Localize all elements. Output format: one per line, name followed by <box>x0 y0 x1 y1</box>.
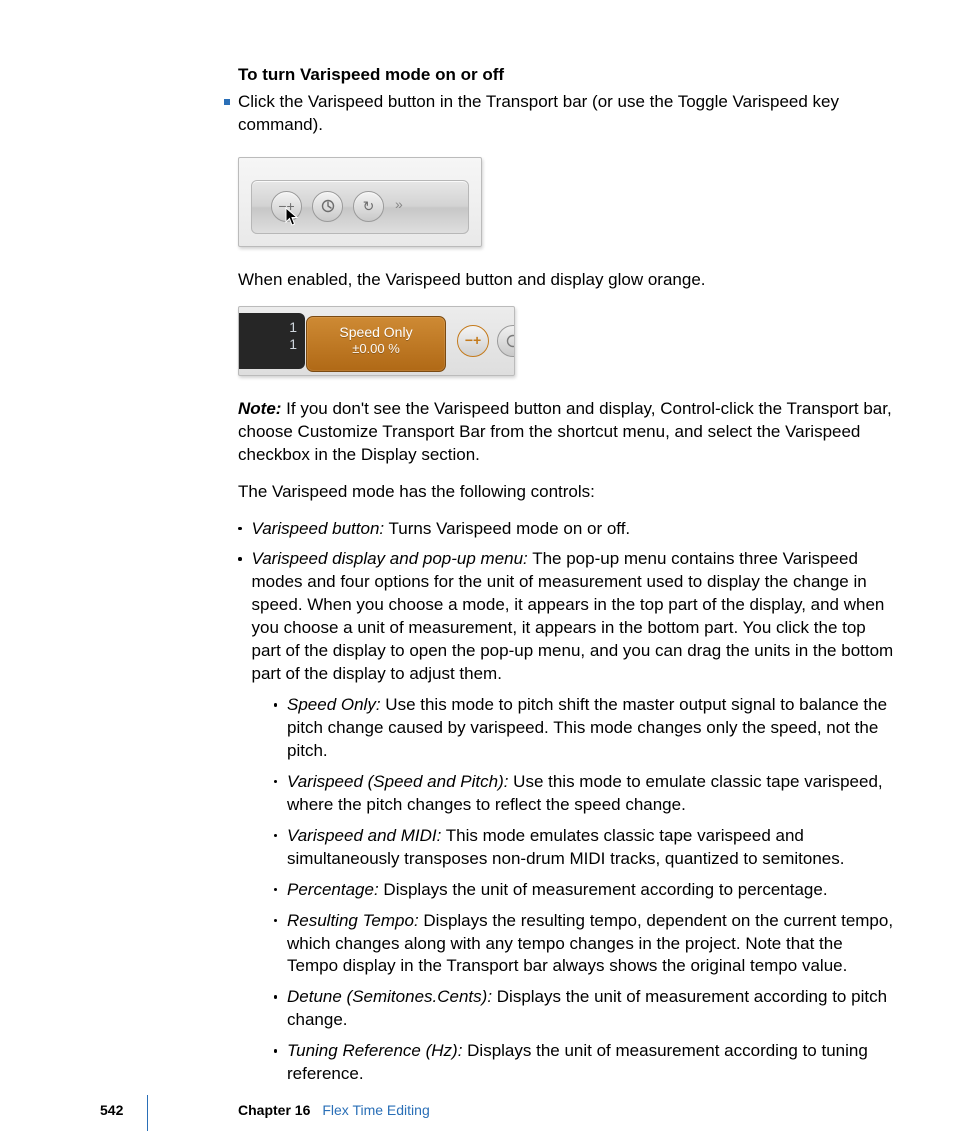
bullet-dot-icon <box>274 888 278 892</box>
loop-button[interactable]: ↻ <box>353 191 384 222</box>
term: Varispeed (Speed and Pitch): <box>287 772 508 791</box>
varispeed-value-label: ±0.00 % <box>307 341 445 358</box>
bullet-dot-icon <box>274 995 278 999</box>
bullet-dot-icon <box>238 557 242 561</box>
list-item: Percentage: Displays the unit of measure… <box>274 879 895 902</box>
term: Speed Only: <box>287 695 381 714</box>
bullet-dot-icon <box>274 919 278 923</box>
figure-varispeed-display: 1 1 Speed Only ±0.00 % −+ <box>238 306 515 376</box>
desc: The pop-up menu contains three Varispeed… <box>252 549 894 683</box>
bullet-dot-icon <box>274 834 278 838</box>
step-text: Click the Varispeed button in the Transp… <box>238 91 894 137</box>
bullet-dot-icon <box>274 780 278 784</box>
square-bullet-icon <box>224 99 230 105</box>
page-number: 542 <box>100 1101 123 1120</box>
note-label: Note: <box>238 399 281 418</box>
varispeed-button-active[interactable]: −+ <box>457 325 489 357</box>
note-paragraph: Note: If you don't see the Varispeed but… <box>238 398 894 467</box>
bullet-dot-icon <box>274 1049 278 1053</box>
content-column: To turn Varispeed mode on or off Click t… <box>146 64 894 1094</box>
list-item: Varispeed display and pop-up menu: The p… <box>238 548 894 1094</box>
varispeed-display[interactable]: Speed Only ±0.00 % <box>306 316 446 372</box>
list-item: Resulting Tempo: Displays the resulting … <box>274 910 895 979</box>
list-item: Detune (Semitones.Cents): Displays the u… <box>274 986 895 1032</box>
adjacent-button[interactable] <box>497 325 515 357</box>
controls-list: Varispeed button: Turns Varispeed mode o… <box>238 518 894 1095</box>
term: Percentage: <box>287 880 379 899</box>
note-text: If you don't see the Varispeed button an… <box>238 399 892 464</box>
list-item: Speed Only: Use this mode to pitch shift… <box>274 694 895 763</box>
counter-line-1: 1 <box>239 319 297 336</box>
term: Detune (Semitones.Cents): <box>287 987 492 1006</box>
term: Resulting Tempo: <box>287 911 419 930</box>
bullet-dot-icon <box>238 527 242 531</box>
clock-button[interactable] <box>312 191 343 222</box>
section-heading: To turn Varispeed mode on or off <box>238 64 894 87</box>
paragraph: When enabled, the Varispeed button and d… <box>238 269 894 292</box>
clock-icon <box>321 199 335 213</box>
desc: Turns Varispeed mode on or off. <box>384 519 630 538</box>
list-item: Varispeed and MIDI: This mode emulates c… <box>274 825 895 871</box>
expand-chevron-icon[interactable]: » <box>395 195 400 214</box>
clock-icon <box>506 334 515 348</box>
plusminus-icon: −+ <box>465 331 481 350</box>
step-bullet: Click the Varispeed button in the Transp… <box>238 91 894 137</box>
bullet-dot-icon <box>274 703 278 707</box>
list-item: Varispeed button: Turns Varispeed mode o… <box>238 518 894 541</box>
term: Varispeed button: <box>252 519 385 538</box>
term: Varispeed and MIDI: <box>287 826 441 845</box>
term: Varispeed display and pop-up menu: <box>252 549 528 568</box>
list-item: Varispeed (Speed and Pitch): Use this mo… <box>274 771 895 817</box>
chapter-title: Flex Time Editing <box>322 1102 429 1118</box>
page: To turn Varispeed mode on or off Click t… <box>0 0 954 1145</box>
chapter-number: Chapter 16 <box>238 1102 310 1118</box>
desc: Displays the unit of measurement accordi… <box>379 880 828 899</box>
list-item: Tuning Reference (Hz): Displays the unit… <box>274 1040 895 1086</box>
counter-line-2: 1 <box>239 336 297 353</box>
figure-transport-buttons: −+ ↻ » <box>238 157 482 247</box>
footer-rule <box>147 1095 148 1131</box>
cursor-icon <box>285 207 299 227</box>
controls-intro: The Varispeed mode has the following con… <box>238 481 894 504</box>
display-counter: 1 1 <box>239 313 305 369</box>
varispeed-mode-label: Speed Only <box>307 323 445 341</box>
chapter-ref: Chapter 16 Flex Time Editing <box>238 1101 430 1120</box>
sub-controls-list: Speed Only: Use this mode to pitch shift… <box>252 694 895 1086</box>
term: Tuning Reference (Hz): <box>287 1041 462 1060</box>
loop-icon: ↻ <box>363 197 375 216</box>
